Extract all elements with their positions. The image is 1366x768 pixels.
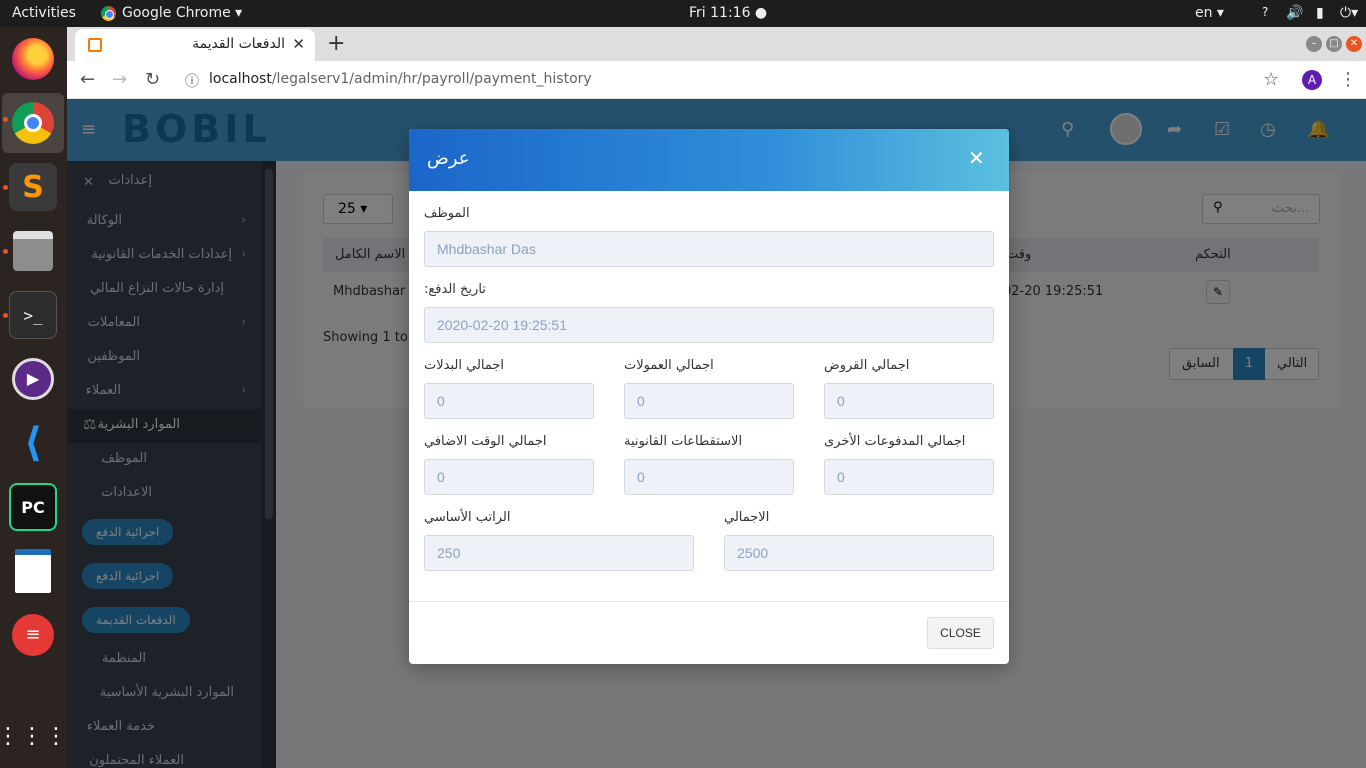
modal-title: عرض [427, 148, 470, 169]
url-field[interactable]: localhost/legalserv1/admin/hr/payroll/pa… [209, 71, 592, 87]
tab-strip: الدفعات القديمة ✕ + – □ ✕ [67, 27, 1366, 61]
new-tab-button[interactable]: + [327, 31, 345, 56]
overtime-field[interactable]: 0 [424, 459, 594, 495]
forward-icon[interactable]: → [112, 69, 127, 90]
running-indicator [3, 185, 8, 190]
battery-icon[interactable]: ▮ [1316, 5, 1324, 21]
address-bar: ← → ↻ ⓘ localhost/legalserv1/admin/hr/pa… [67, 61, 1366, 99]
employee-label: الموظف [424, 206, 470, 221]
app-menu[interactable]: Google Chrome ▾ [122, 5, 242, 21]
info-icon[interactable]: ⓘ [185, 71, 199, 91]
loans-field[interactable]: 0 [824, 383, 994, 419]
basic-salary-label: الراتب الأساسي [424, 510, 511, 525]
help-icon[interactable]: ? [1262, 5, 1268, 19]
tab-favicon-icon [88, 38, 102, 52]
view-modal: عرض ✕ الموظف Mhdbashar Das تاريخ الدفع: … [409, 129, 1009, 664]
minimize-icon[interactable]: – [1306, 36, 1322, 52]
dock: S >_ ▶ ⟨ PC ≡ ⋮⋮⋮ [0, 27, 67, 768]
other-payments-field[interactable]: 0 [824, 459, 994, 495]
running-indicator [3, 249, 8, 254]
sublime-text-icon[interactable]: S [9, 163, 57, 211]
terminal-icon[interactable]: >_ [9, 291, 57, 339]
file-manager-icon[interactable] [9, 227, 57, 275]
running-indicator [3, 117, 8, 122]
profile-avatar[interactable]: A [1302, 70, 1322, 90]
clock[interactable]: Fri 11:16 ● [689, 5, 767, 21]
reload-icon[interactable]: ↻ [145, 69, 160, 90]
chrome-dock-icon[interactable] [9, 99, 57, 147]
back-icon[interactable]: ← [80, 69, 95, 90]
window-close-icon[interactable]: ✕ [1346, 36, 1362, 52]
tab-title: الدفعات القديمة [192, 36, 285, 52]
app-red-icon[interactable]: ≡ [9, 611, 57, 659]
total-field[interactable]: 2500 [724, 535, 994, 571]
browser-window: الدفعات القديمة ✕ + – □ ✕ ← → ↻ ⓘ localh… [67, 27, 1366, 768]
writer-icon[interactable] [9, 547, 57, 595]
deductions-label: الاستقطاعات القانونية [624, 434, 743, 449]
modal-header: عرض ✕ [409, 129, 1009, 191]
show-apps-icon[interactable]: ⋮⋮⋮ [0, 712, 67, 760]
power-icon[interactable]: ⏻▾ [1340, 5, 1358, 21]
browser-tab[interactable]: الدفعات القديمة ✕ [75, 29, 315, 61]
media-player-icon[interactable]: ▶ [9, 355, 57, 403]
menu-kebab-icon[interactable]: ⋮ [1339, 69, 1357, 90]
volume-icon[interactable]: 🔊 [1286, 5, 1303, 21]
other-payments-label: اجمالي المدفوعات الأخرى [824, 434, 966, 449]
commissions-field[interactable]: 0 [624, 383, 794, 419]
system-top-bar: Activities Google Chrome ▾ Fri 11:16 ● e… [0, 0, 1366, 27]
payment-date-field[interactable]: 2020-02-20 19:25:51 [424, 307, 994, 343]
chrome-icon [101, 6, 116, 21]
loans-label: اجمالي القروض [824, 358, 910, 373]
allowances-label: اجمالي البدلات [424, 358, 505, 373]
vscode-icon[interactable]: ⟨ [9, 419, 57, 467]
overtime-label: اجمالي الوقت الاضافي [424, 434, 547, 449]
activities-button[interactable]: Activities [12, 5, 76, 21]
firefox-icon[interactable] [9, 35, 57, 83]
modal-divider [409, 601, 1009, 602]
commissions-label: اجمالي العمولات [624, 358, 714, 373]
running-indicator [3, 313, 8, 318]
deductions-field[interactable]: 0 [624, 459, 794, 495]
close-icon[interactable]: ✕ [968, 146, 985, 170]
tab-close-icon[interactable]: ✕ [292, 35, 305, 53]
bookmark-star-icon[interactable]: ☆ [1263, 69, 1279, 90]
language-indicator[interactable]: en ▾ [1195, 5, 1224, 21]
total-label: الاجمالي [724, 510, 770, 525]
payment-date-label: تاريخ الدفع: [424, 282, 486, 297]
maximize-icon[interactable]: □ [1326, 36, 1342, 52]
basic-salary-field[interactable]: 250 [424, 535, 694, 571]
pycharm-icon[interactable]: PC [9, 483, 57, 531]
close-button[interactable]: CLOSE [927, 617, 994, 649]
allowances-field[interactable]: 0 [424, 383, 594, 419]
employee-field[interactable]: Mhdbashar Das [424, 231, 994, 267]
